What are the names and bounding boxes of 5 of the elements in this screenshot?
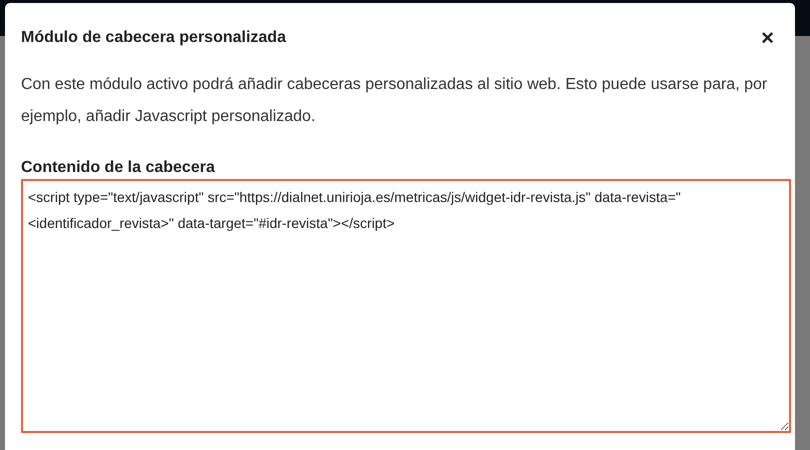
header-content-field[interactable]: <script type="text/javascript" src="https://dialnet.unirioja.es/metricas/js/widget-idr-revista.js" data-revista="<identificador_revista>" data-target="#idr-revista"></script> — [21, 179, 791, 433]
dialog-title: Módulo de cabecera personalizada — [21, 29, 286, 47]
description-text: Con este módulo activo podrá añadir cabeceras personalizadas al sitio web. Esto puede usarse para, por ejemplo, añadir Javascript personalizado. — [21, 75, 768, 127]
close-button[interactable]: × — [755, 27, 780, 49]
field-label: Contenido de la cabecera — [21, 159, 215, 177]
